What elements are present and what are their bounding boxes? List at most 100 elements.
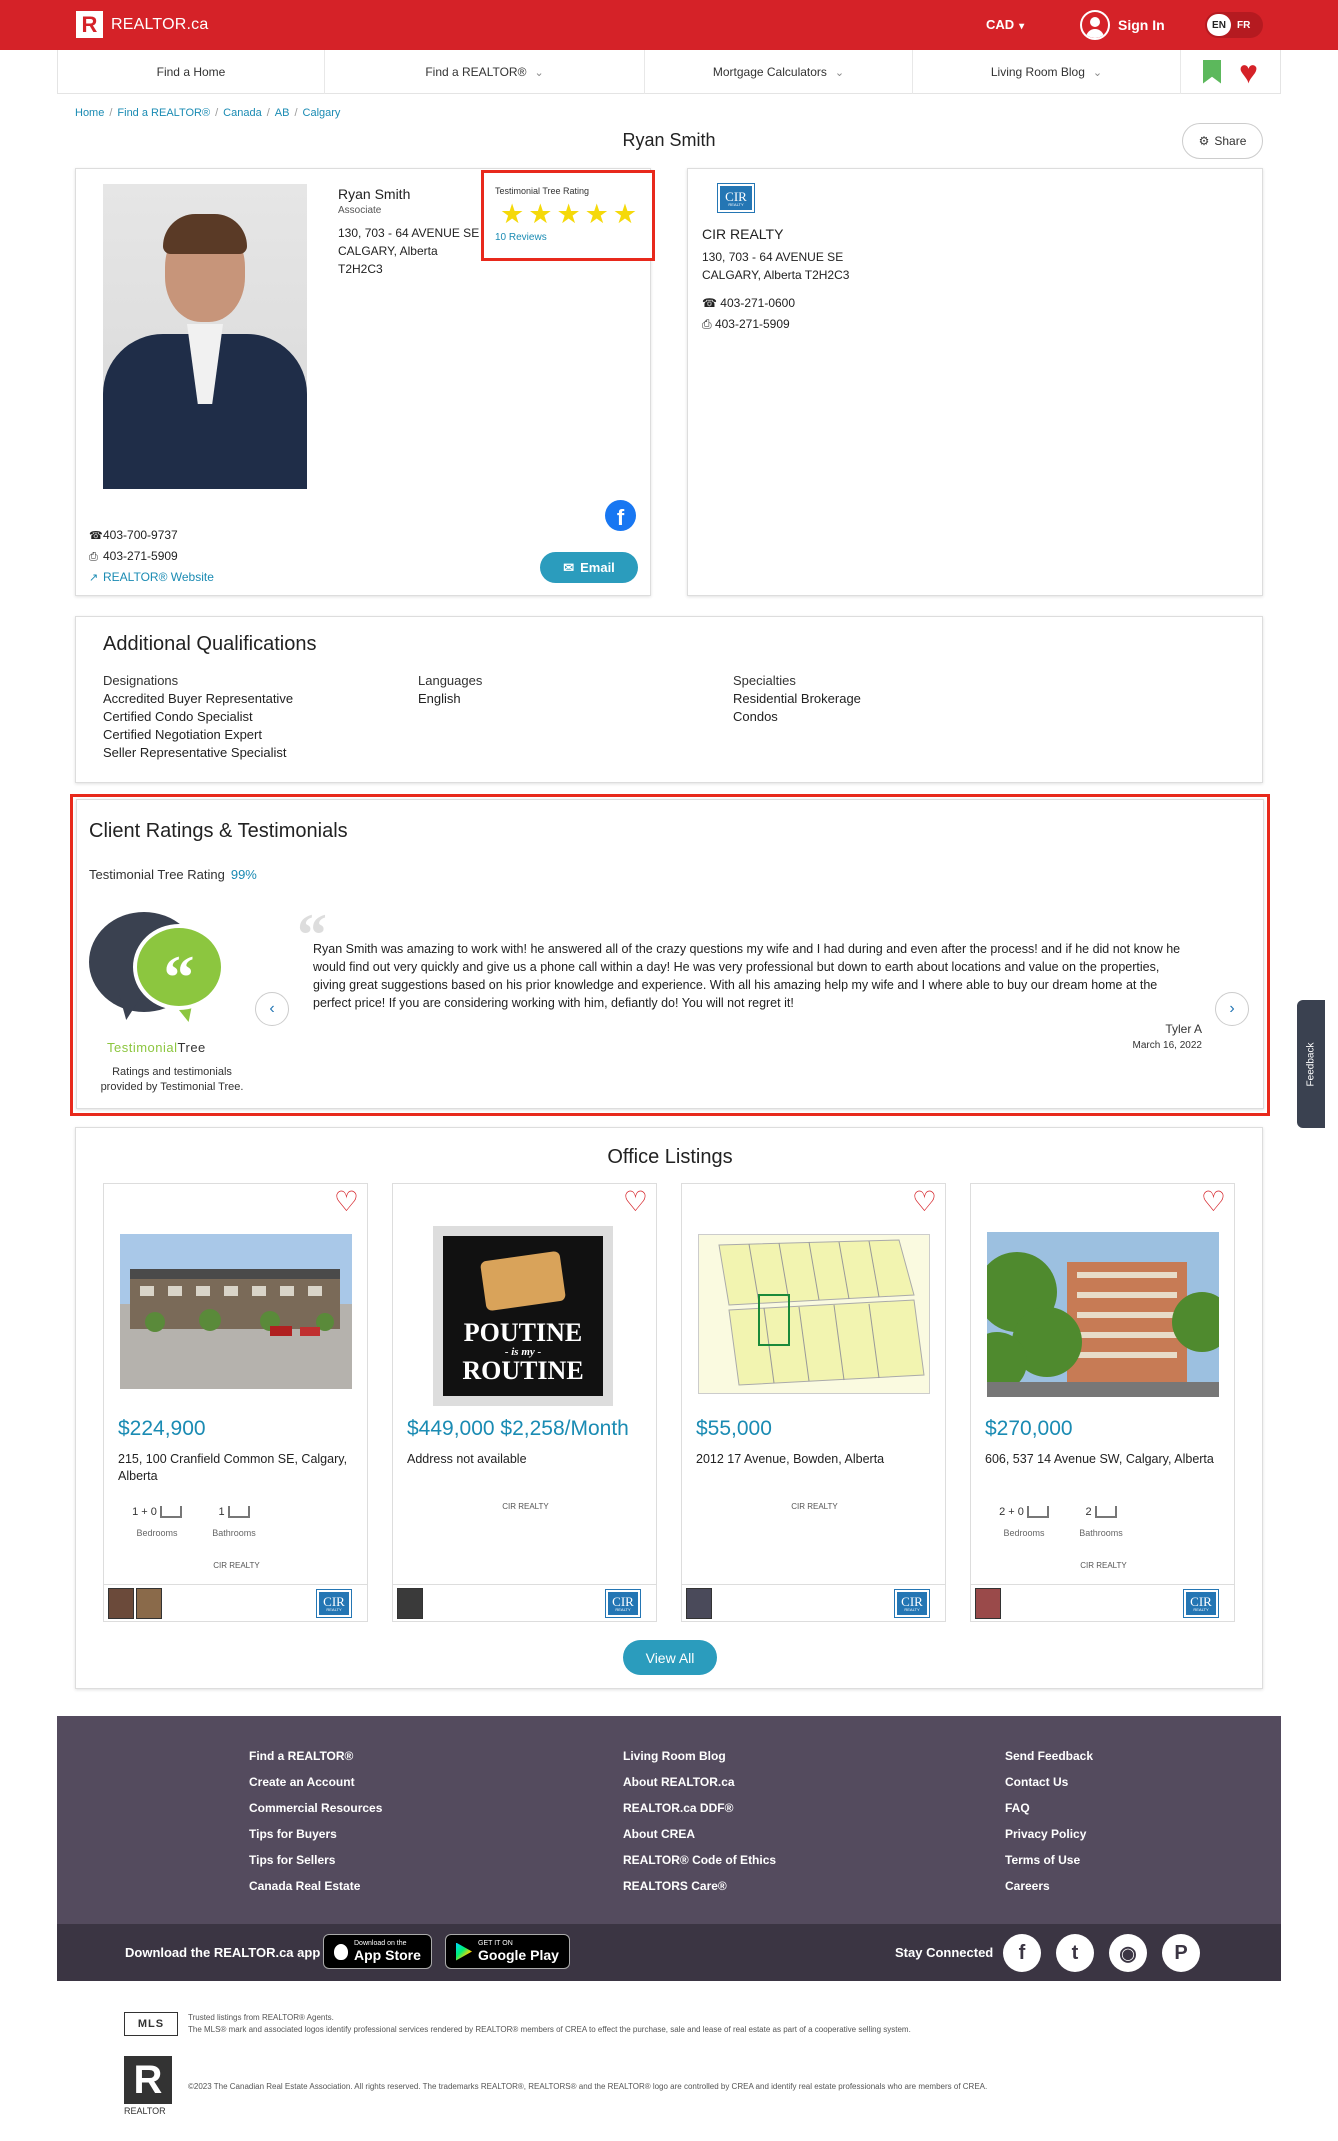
view-all-button[interactable]: View All: [623, 1640, 717, 1675]
listing-address: Address not available: [407, 1452, 527, 1466]
listing-price[interactable]: $449,000 $2,258/Month: [407, 1417, 647, 1441]
footer-link[interactable]: Send Feedback: [1005, 1743, 1093, 1769]
email-button[interactable]: ✉ Email: [540, 552, 638, 583]
agent-avatar[interactable]: [397, 1588, 423, 1619]
listing-price[interactable]: $224,900: [118, 1417, 358, 1441]
footer-link[interactable]: Create an Account: [249, 1769, 382, 1795]
listing-image[interactable]: [120, 1234, 352, 1389]
twitter-icon[interactable]: t: [1056, 1934, 1094, 1972]
nav-mortgage-calculators[interactable]: Mortgage Calculators ⌄: [645, 50, 913, 94]
google-play-button[interactable]: GET IT ON Google Play: [445, 1934, 570, 1969]
footer-link[interactable]: REALTOR® Code of Ethics: [623, 1847, 776, 1873]
nav-find-a-realtor[interactable]: Find a REALTOR® ⌄: [325, 50, 645, 94]
footer-link[interactable]: REALTORS Care®: [623, 1873, 776, 1899]
bookmark-icon[interactable]: [1203, 59, 1221, 84]
listing-price[interactable]: $270,000: [985, 1417, 1225, 1441]
top-header-bar: R REALTOR.ca CAD ▾ Sign In EN FR: [0, 0, 1338, 50]
favorite-heart-icon[interactable]: ♡: [334, 1188, 359, 1216]
bathrooms-count: 1 Bathrooms: [212, 1506, 256, 1539]
agent-address: 130, 703 - 64 AVENUE SE CALGARY, Alberta…: [338, 226, 480, 276]
bedrooms-count: 2 + 0 Bedrooms: [984, 1506, 1064, 1538]
pinterest-icon[interactable]: P: [1162, 1934, 1200, 1972]
favorites-heart-icon[interactable]: ♥: [1239, 56, 1258, 88]
footer-link[interactable]: Tips for Sellers: [249, 1847, 382, 1873]
testimonials-card: Client Ratings & Testimonials Testimonia…: [76, 799, 1264, 1109]
agent-avatar[interactable]: [686, 1588, 712, 1619]
footer-link[interactable]: FAQ: [1005, 1795, 1093, 1821]
agent-avatar[interactable]: [975, 1588, 1001, 1619]
agent-avatar[interactable]: [136, 1588, 162, 1619]
favorite-heart-icon[interactable]: ♡: [912, 1188, 937, 1216]
footer-link[interactable]: Terms of Use: [1005, 1847, 1093, 1873]
nav-living-room-blog[interactable]: Living Room Blog ⌄: [913, 50, 1181, 94]
qualifications-title: Additional Qualifications: [103, 633, 317, 655]
footer-link[interactable]: Privacy Policy: [1005, 1821, 1093, 1847]
footer-link[interactable]: REALTOR.ca DDF®: [623, 1795, 776, 1821]
realtor-logo[interactable]: R REALTOR.ca: [76, 11, 208, 38]
facebook-icon[interactable]: f: [1003, 1934, 1041, 1972]
footer-link[interactable]: Commercial Resources: [249, 1795, 382, 1821]
testimonial-tree-logo-icon: “: [89, 912, 229, 1024]
currency-selector[interactable]: CAD ▾: [986, 17, 1024, 32]
listing-image[interactable]: [698, 1234, 930, 1394]
footer-link[interactable]: Careers: [1005, 1873, 1093, 1899]
footer-link[interactable]: Contact Us: [1005, 1769, 1093, 1795]
envelope-icon: ✉: [563, 559, 575, 575]
chevron-down-icon: ▾: [1019, 21, 1025, 32]
lang-fr[interactable]: FR: [1237, 20, 1250, 31]
footer-link[interactable]: About CREA: [623, 1821, 776, 1847]
breadcrumb: Home / Find a REALTOR® / Canada / AB / Calga…: [75, 107, 341, 119]
instagram-icon[interactable]: ◉: [1109, 1934, 1147, 1972]
sign-in-button[interactable]: Sign In: [1080, 10, 1165, 40]
listing-card[interactable]: ♡ $55,000 2012 17 Avenue, Bowden, Albert…: [681, 1183, 946, 1622]
breadcrumb-find-realtor[interactable]: Find a REALTOR®: [117, 107, 210, 119]
footer-link[interactable]: Find a REALTOR®: [249, 1743, 382, 1769]
listing-image[interactable]: [987, 1232, 1219, 1397]
phone-icon: ☎: [702, 296, 717, 310]
phone-icon: ☎: [89, 530, 103, 542]
listing-image[interactable]: POUTINE - is my - ROUTINE: [433, 1226, 613, 1406]
testimonial-rating-box: Testimonial Tree Rating ★ ★ ★ ★ ★ 10 Rev…: [481, 170, 655, 261]
app-store-button[interactable]: Download on the App Store: [323, 1934, 432, 1969]
carousel-prev-button[interactable]: ‹: [255, 992, 289, 1026]
chevron-down-icon: ⌄: [534, 66, 544, 79]
listing-footer: CIR REALTY: [971, 1584, 1234, 1622]
favorite-heart-icon[interactable]: ♡: [623, 1188, 648, 1216]
agent-avatar[interactable]: [108, 1588, 134, 1619]
page-title: Ryan Smith: [622, 130, 716, 150]
breadcrumb-home[interactable]: Home: [75, 107, 104, 119]
listing-price[interactable]: $55,000: [696, 1417, 936, 1441]
agent-phone[interactable]: ☎403-700-9737: [89, 525, 214, 546]
share-button[interactable]: ⚙ Share: [1182, 123, 1263, 159]
footer-link[interactable]: Living Room Blog: [623, 1743, 776, 1769]
agent-website-link[interactable]: ↗ REALTOR® Website: [89, 567, 214, 588]
footer-link[interactable]: Tips for Buyers: [249, 1821, 382, 1847]
listing-card[interactable]: ♡ POUTINE - is my - ROUTINE $449,000 $2,…: [392, 1183, 657, 1622]
office-phone[interactable]: ☎ 403-271-0600: [702, 293, 795, 314]
agent-role: Associate: [338, 205, 382, 216]
chevron-down-icon: ⌄: [1092, 66, 1103, 79]
footer-link[interactable]: About REALTOR.ca: [623, 1769, 776, 1795]
agent-card: Ryan Smith Associate 130, 703 - 64 AVENU…: [75, 168, 655, 596]
cir-realty-logo[interactable]: CIR REALTY: [717, 183, 755, 213]
listing-brokerage: CIR REALTY: [213, 1561, 260, 1570]
breadcrumb-ab[interactable]: AB: [275, 107, 290, 119]
favorite-heart-icon[interactable]: ♡: [1201, 1188, 1226, 1216]
stay-connected-text: Stay Connected: [895, 1945, 994, 1960]
reviews-link[interactable]: 10 Reviews: [495, 232, 547, 243]
facebook-icon[interactable]: f: [605, 500, 636, 531]
nav-find-a-home[interactable]: Find a Home: [58, 50, 325, 94]
mls-logo: MLS: [124, 2012, 178, 2036]
feedback-tab[interactable]: Feedback: [1297, 1000, 1325, 1128]
bathtub-icon: [227, 1506, 250, 1519]
listing-card[interactable]: ♡ $270,000 606, 537 14 Avenue SW, Calgar…: [970, 1183, 1235, 1622]
poutine-poster: POUTINE - is my - ROUTINE: [443, 1236, 603, 1396]
footer-link[interactable]: Canada Real Estate: [249, 1873, 382, 1899]
language-toggle[interactable]: EN FR: [1205, 12, 1263, 38]
listing-card[interactable]: ♡ $224,900 215, 100 Cranfield Common SE,…: [103, 1183, 368, 1622]
carousel-next-button[interactable]: ›: [1215, 992, 1249, 1026]
breadcrumb-calgary[interactable]: Calgary: [303, 107, 341, 119]
lang-en[interactable]: EN: [1207, 14, 1231, 36]
cir-realty-logo: CIR REALTY: [1183, 1589, 1219, 1618]
breadcrumb-canada[interactable]: Canada: [223, 107, 262, 119]
